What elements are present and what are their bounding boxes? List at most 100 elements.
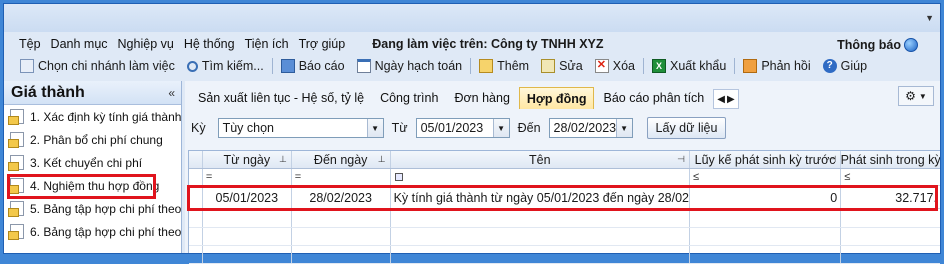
edit-button[interactable]: Sửa	[535, 56, 589, 76]
sidebar-item-transfer-costs[interactable]: 3. Kết chuyển chi phí	[4, 151, 181, 174]
arrow-left-icon[interactable]: ◀	[717, 94, 725, 105]
export-button[interactable]: X Xuất khẩu	[646, 56, 732, 76]
filter-operator[interactable]: ≤	[841, 171, 850, 183]
notification-label: Thông báo	[837, 38, 901, 52]
fetch-data-button[interactable]: Lấy dữ liệu	[646, 117, 727, 139]
edit-label: Sửa	[559, 59, 583, 73]
window-menu-arrow-icon[interactable]: ▼	[925, 13, 934, 23]
column-header-prior-accumulated[interactable]: Lũy kế phát sinh kỳ trước ⊣	[690, 151, 842, 168]
pin-icon[interactable]: ⊣	[828, 154, 836, 165]
sidebar-item-label: 1. Xác định kỳ tính giá thành	[30, 109, 181, 124]
menu-help[interactable]: Trợ giúp	[294, 37, 351, 51]
pin-icon[interactable]: ⊥	[279, 154, 287, 165]
workspace-label: Đang làm việc trên: Công ty TNHH XYZ	[372, 37, 604, 51]
report-label: Báo cáo	[298, 59, 345, 73]
sidebar-title: Giá thành	[11, 83, 85, 101]
filter-cell-period[interactable]: ≤	[841, 169, 940, 185]
sidebar-item-cost-summary-1[interactable]: 5. Bảng tập hợp chi phí theo...	[4, 197, 181, 220]
column-header-name[interactable]: Tên ⊣	[391, 151, 690, 168]
sidebar-item-label: 5. Bảng tập hợp chi phí theo...	[30, 201, 181, 216]
pin-icon[interactable]: ⊣	[677, 154, 685, 165]
period-select[interactable]: Tùy chọn ▼	[217, 118, 384, 138]
filter-cell-name[interactable]	[391, 169, 690, 185]
from-date-field[interactable]: 05/01/2023 ▼	[415, 118, 510, 138]
empty-row	[189, 210, 940, 228]
feedback-button[interactable]: Phản hồi	[737, 56, 816, 76]
delete-button[interactable]: Xóa	[589, 56, 641, 76]
sidebar-item-allocate-overhead[interactable]: 2. Phân bổ chi phí chung	[4, 128, 181, 151]
posting-date-label: Ngày hạch toán	[374, 59, 463, 73]
gear-icon: ⚙	[905, 89, 916, 103]
column-header-label: Từ ngày	[223, 152, 271, 167]
chevron-down-icon: ▼	[615, 119, 632, 137]
pin-icon[interactable]: ⊥	[378, 154, 386, 165]
toolbar-separator	[643, 58, 645, 74]
globe-icon	[904, 38, 918, 52]
filter-operator[interactable]: =	[292, 171, 301, 183]
report-icon	[280, 59, 295, 73]
document-icon	[8, 109, 24, 125]
sidebar-item-cost-period[interactable]: 1. Xác định kỳ tính giá thành	[4, 105, 181, 128]
feedback-label: Phản hồi	[761, 59, 811, 73]
tab-continuous-production[interactable]: Sản xuất liên tục - Hệ số, tỷ lệ	[191, 87, 371, 109]
search-button[interactable]: Tìm kiếm...	[181, 56, 270, 76]
collapse-icon[interactable]: «	[168, 86, 175, 100]
grid-filter-row: = = ≤ ≤	[189, 169, 940, 186]
sidebar-highlight-box	[7, 174, 156, 199]
notification-button[interactable]: Thông báo	[837, 38, 918, 52]
tab-orders[interactable]: Đơn hàng	[447, 87, 516, 109]
column-header-period-amount[interactable]: Phát sinh trong kỳ	[841, 151, 940, 168]
filter-cell-to-date[interactable]: =	[292, 169, 391, 185]
help-button[interactable]: ? Giúp	[817, 56, 873, 76]
title-bar: ▼	[4, 4, 940, 32]
sidebar-item-cost-summary-2[interactable]: 6. Bảng tập hợp chi phí theo...	[4, 220, 181, 243]
settings-button[interactable]: ⚙ ▼	[898, 86, 934, 106]
to-date-field[interactable]: 28/02/2023 ▼	[548, 118, 633, 138]
arrow-right-icon[interactable]: ▶	[727, 94, 735, 105]
add-button[interactable]: Thêm	[473, 56, 535, 76]
menu-bar: Tệp Danh mục Nghiệp vụ Hệ thống Tiện ích…	[14, 34, 940, 54]
column-header-from-date[interactable]: Từ ngày ⊥	[203, 151, 292, 168]
menu-system[interactable]: Hệ thống	[179, 37, 240, 51]
menu-catalog[interactable]: Danh mục	[46, 37, 113, 51]
search-label: Tìm kiếm...	[201, 59, 264, 73]
column-header-label: Phát sinh trong kỳ	[841, 152, 940, 167]
report-button[interactable]: Báo cáo	[275, 56, 351, 76]
menu-operations[interactable]: Nghiệp vụ	[113, 37, 179, 51]
posting-date-button[interactable]: Ngày hạch toán	[351, 56, 469, 76]
tab-construction[interactable]: Công trình	[373, 87, 445, 109]
excel-icon: X	[652, 59, 667, 73]
menu-file[interactable]: Tệp	[14, 37, 46, 51]
from-label: Từ	[391, 121, 408, 135]
choose-branch-button[interactable]: Chọn chi nhánh làm việc	[14, 56, 181, 76]
filter-operator-icon[interactable]	[394, 173, 403, 181]
app-window: ▼ Tệp Danh mục Nghiệp vụ Hệ thống Tiện í…	[3, 3, 941, 264]
empty-row	[189, 246, 940, 264]
filter-row-indicator	[189, 169, 203, 185]
grid-header: Từ ngày ⊥ Đến ngày ⊥ Tên ⊣ Lũy kế phát s…	[189, 151, 940, 169]
sidebar-item-label: 6. Bảng tập hợp chi phí theo...	[30, 224, 181, 239]
edit-icon	[541, 59, 556, 73]
branch-icon	[20, 59, 34, 73]
filter-operator[interactable]: ≤	[690, 171, 699, 183]
filter-cell-from-date[interactable]: =	[203, 169, 292, 185]
delete-label: Xóa	[612, 59, 636, 73]
tab-analysis-report[interactable]: Báo cáo phân tích	[596, 87, 711, 109]
empty-row	[189, 228, 940, 246]
menu-utilities[interactable]: Tiện ích	[240, 37, 294, 51]
filter-cell-prior[interactable]: ≤	[690, 169, 842, 185]
document-icon	[8, 224, 24, 240]
column-header-to-date[interactable]: Đến ngày ⊥	[292, 151, 391, 168]
search-icon	[186, 60, 198, 72]
to-label: Đến	[517, 121, 541, 135]
sidebar-item-label: 2. Phân bổ chi phí chung	[30, 132, 163, 147]
filter-operator[interactable]: =	[203, 171, 212, 183]
main-content: Sản xuất liên tục - Hệ số, tỷ lệ Công tr…	[185, 81, 940, 264]
from-date-value: 05/01/2023	[420, 121, 484, 135]
tab-contracts[interactable]: Hợp đồng	[518, 87, 595, 109]
chevron-down-icon: ▼	[366, 119, 383, 137]
document-icon	[8, 132, 24, 148]
document-icon	[8, 155, 24, 171]
help-icon: ?	[822, 59, 837, 73]
sidebar-item-label: 3. Kết chuyển chi phí	[30, 155, 143, 170]
